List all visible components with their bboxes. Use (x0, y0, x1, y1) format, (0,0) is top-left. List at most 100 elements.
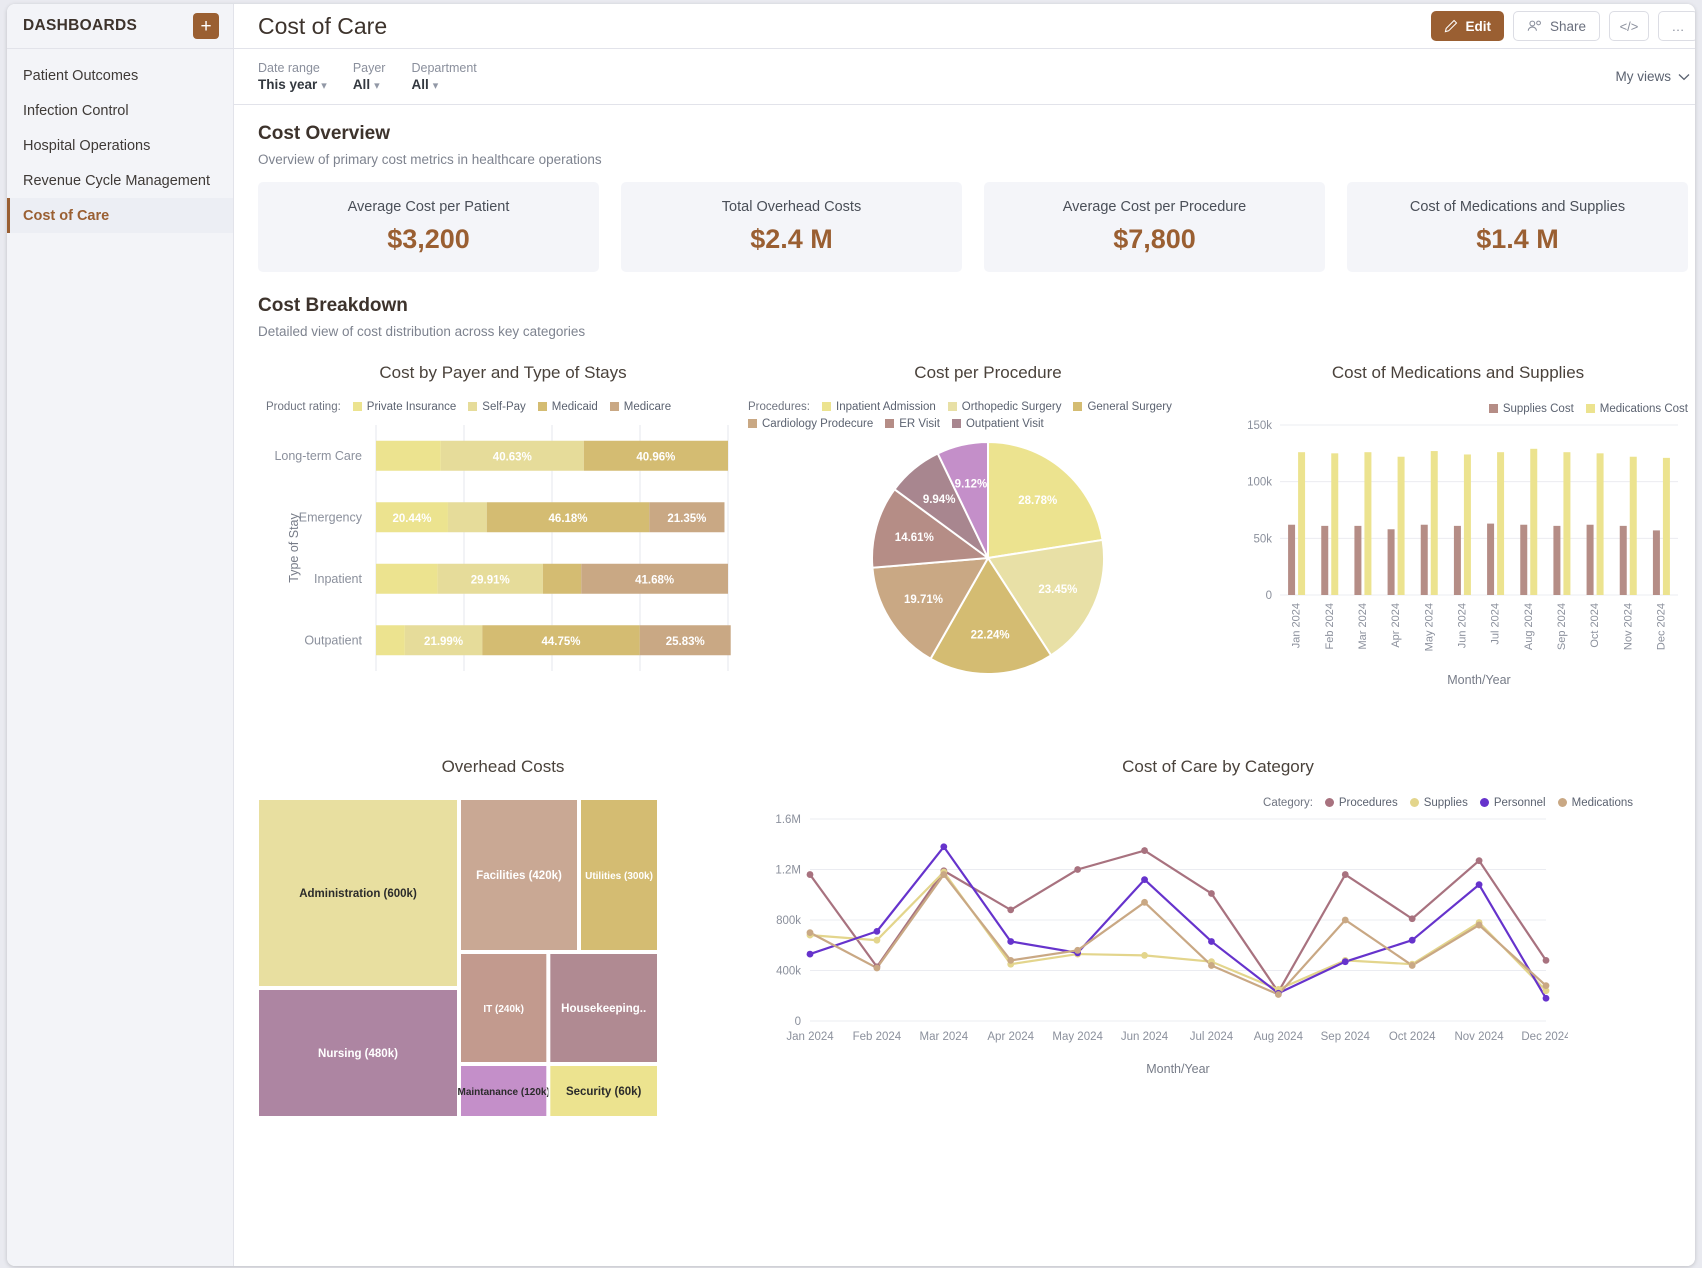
line-marker[interactable] (1409, 915, 1416, 922)
chevron-down-icon: ▾ (321, 80, 327, 92)
bar[interactable] (1421, 525, 1428, 595)
legend-item[interactable]: Outpatient Visit (952, 418, 1044, 430)
legend-item[interactable]: Supplies (1410, 797, 1468, 809)
bar[interactable] (1354, 526, 1361, 595)
legend-item[interactable]: ER Visit (885, 418, 940, 430)
line-marker[interactable] (807, 929, 814, 936)
line-marker[interactable] (1074, 947, 1081, 954)
sidebar-item-revenue-cycle-management[interactable]: Revenue Cycle Management (7, 163, 233, 198)
line-marker[interactable] (1476, 881, 1483, 888)
line-marker[interactable] (1007, 907, 1014, 914)
line-marker[interactable] (1141, 876, 1148, 883)
legend-item[interactable]: Orthopedic Surgery (948, 401, 1062, 413)
bar[interactable] (1653, 530, 1660, 595)
legend-item[interactable]: Procedures (1325, 797, 1398, 809)
line-marker[interactable] (1208, 962, 1215, 969)
bar[interactable] (1620, 526, 1627, 595)
bar[interactable] (1553, 526, 1560, 595)
filter-payer[interactable]: Payer All▾ (353, 61, 386, 92)
share-button[interactable]: Share (1513, 11, 1600, 41)
bar[interactable] (1298, 452, 1305, 595)
legend-item[interactable]: Medications Cost (1586, 403, 1688, 415)
line-marker[interactable] (1141, 899, 1148, 906)
legend-item[interactable]: Private Insurance (353, 401, 457, 413)
line-marker[interactable] (1543, 957, 1550, 964)
line-marker[interactable] (1476, 857, 1483, 864)
line-series[interactable] (810, 875, 1546, 995)
bar[interactable] (1663, 458, 1670, 595)
my-views-dropdown[interactable]: My views (1615, 69, 1690, 84)
line-marker[interactable] (1007, 957, 1014, 964)
legend-item[interactable]: General Surgery (1073, 401, 1171, 413)
legend-item[interactable]: Supplies Cost (1489, 403, 1574, 415)
line-marker[interactable] (1342, 958, 1349, 965)
line-marker[interactable] (1543, 995, 1550, 1002)
legend-item[interactable]: Medications (1558, 797, 1633, 809)
bar[interactable] (1587, 525, 1594, 595)
legend-item[interactable]: Medicare (610, 401, 671, 413)
legend-item[interactable]: Personnel (1480, 797, 1546, 809)
line-marker[interactable] (1543, 982, 1550, 989)
edit-button[interactable]: Edit (1431, 11, 1504, 41)
filter-date-range[interactable]: Date range This year▾ (258, 61, 327, 92)
bar[interactable] (1487, 524, 1494, 595)
axis-tick-label: Sep 2024 (1556, 603, 1568, 650)
bar[interactable] (1597, 453, 1604, 595)
sidebar-item-patient-outcomes[interactable]: Patient Outcomes (7, 58, 233, 93)
line-marker[interactable] (874, 965, 881, 972)
line-marker[interactable] (1342, 917, 1349, 924)
line-series[interactable] (810, 872, 1546, 991)
line-marker[interactable] (1141, 847, 1148, 854)
legend-item[interactable]: Medicaid (538, 401, 598, 413)
legend-item[interactable]: Inpatient Admission (822, 401, 936, 413)
line-marker[interactable] (1208, 890, 1215, 897)
line-marker[interactable] (1275, 991, 1282, 998)
bar[interactable] (1364, 452, 1371, 595)
bar-segment[interactable] (543, 564, 581, 594)
embed-code-button[interactable]: </> (1609, 11, 1649, 41)
line-marker[interactable] (1409, 962, 1416, 969)
legend-prefix: Procedures: (748, 401, 810, 413)
bar[interactable] (1464, 454, 1471, 595)
sidebar-item-cost-of-care[interactable]: Cost of Care (7, 198, 233, 233)
bar[interactable] (1454, 526, 1461, 595)
line-marker[interactable] (940, 871, 947, 878)
line-marker[interactable] (940, 843, 947, 850)
line-marker[interactable] (1208, 938, 1215, 945)
add-dashboard-button[interactable]: + (193, 13, 219, 39)
bar[interactable] (1331, 453, 1338, 595)
line-marker[interactable] (1476, 922, 1483, 929)
bar-segment[interactable] (448, 502, 487, 532)
axis-tick-label: Jul 2024 (1490, 603, 1502, 645)
filter-department[interactable]: Department All▾ (411, 61, 476, 92)
bar-segment[interactable] (376, 441, 441, 471)
bar[interactable] (1388, 529, 1395, 595)
line-marker[interactable] (874, 928, 881, 935)
bar[interactable] (1321, 526, 1328, 595)
more-options-button[interactable]: … (1658, 11, 1695, 41)
line-marker[interactable] (874, 937, 881, 944)
line-marker[interactable] (1342, 871, 1349, 878)
line-marker[interactable] (807, 871, 814, 878)
sidebar-item-infection-control[interactable]: Infection Control (7, 93, 233, 128)
bar[interactable] (1630, 457, 1637, 595)
legend-item[interactable]: Cardiology Prodecure (748, 418, 873, 430)
axis-tick-label: Jan 2024 (786, 1031, 834, 1043)
bar[interactable] (1520, 525, 1527, 595)
bar[interactable] (1530, 449, 1537, 595)
bar[interactable] (1431, 451, 1438, 595)
cost-overview-title: Cost Overview (258, 123, 1688, 145)
legend-item[interactable]: Self-Pay (468, 401, 525, 413)
bar[interactable] (1288, 525, 1295, 595)
bar[interactable] (1398, 457, 1405, 595)
bar[interactable] (1497, 452, 1504, 595)
sidebar-item-hospital-operations[interactable]: Hospital Operations (7, 128, 233, 163)
bar[interactable] (1563, 452, 1570, 595)
bar-segment[interactable] (376, 564, 438, 594)
line-marker[interactable] (1007, 938, 1014, 945)
line-marker[interactable] (1409, 937, 1416, 944)
line-marker[interactable] (1074, 866, 1081, 873)
line-marker[interactable] (807, 951, 814, 958)
bar-segment[interactable] (376, 625, 405, 655)
line-marker[interactable] (1141, 952, 1148, 959)
